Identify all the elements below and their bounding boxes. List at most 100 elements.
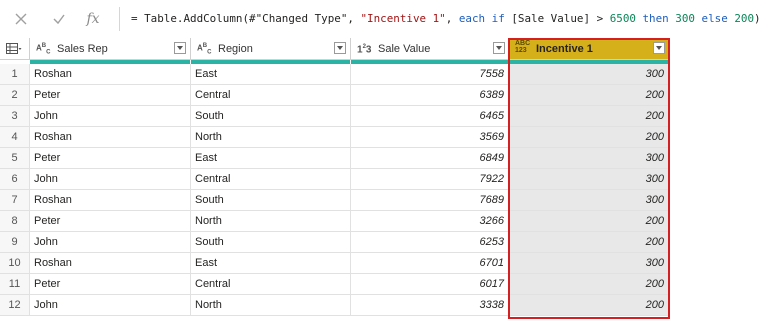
row-number[interactable]: 5 xyxy=(0,148,30,169)
formula-token: , xyxy=(445,12,459,25)
table-row: 9 John South 6253 200 xyxy=(0,232,768,253)
close-icon[interactable] xyxy=(8,6,34,32)
cell-incentive-1[interactable]: 200 xyxy=(509,211,669,232)
cell-incentive-1[interactable]: 200 xyxy=(509,295,669,316)
cell-incentive-1[interactable]: 200 xyxy=(509,274,669,295)
row-number[interactable]: 9 xyxy=(0,232,30,253)
cell-sales-rep[interactable]: John xyxy=(30,106,191,127)
row-number[interactable]: 3 xyxy=(0,106,30,127)
cell-incentive-1[interactable]: 200 xyxy=(509,106,669,127)
table-row: 10 Roshan East 6701 300 xyxy=(0,253,768,274)
cell-incentive-1[interactable]: 300 xyxy=(509,253,669,274)
cell-sale-value[interactable]: 6465 xyxy=(351,106,509,127)
column-header-sales-rep[interactable]: ABC Sales Rep xyxy=(30,38,190,60)
cell-sales-rep[interactable]: John xyxy=(30,169,191,190)
cell-sale-value[interactable]: 3266 xyxy=(351,211,509,232)
table-row: 12 John North 3338 200 xyxy=(0,295,768,316)
any-type-icon[interactable]: ABC 123 xyxy=(515,40,530,54)
cell-region[interactable]: Central xyxy=(191,274,351,295)
row-number[interactable]: 6 xyxy=(0,169,30,190)
cell-sale-value[interactable]: 6253 xyxy=(351,232,509,253)
row-number[interactable]: 8 xyxy=(0,211,30,232)
column-header-incentive-1[interactable]: ABC 123 Incentive 1 xyxy=(509,38,669,60)
cell-sale-value[interactable]: 6701 xyxy=(351,253,509,274)
cell-sales-rep[interactable]: John xyxy=(30,295,191,316)
filter-dropdown-icon[interactable] xyxy=(493,42,505,54)
cell-region[interactable]: South xyxy=(191,106,351,127)
cell-incentive-1[interactable]: 300 xyxy=(509,190,669,211)
cell-incentive-1[interactable]: 300 xyxy=(509,148,669,169)
table-row: 2 Peter Central 6389 200 xyxy=(0,85,768,106)
formula-token: "Incentive 1" xyxy=(360,12,446,25)
formula-input[interactable]: = Table.AddColumn(#"Changed Type", "Ince… xyxy=(131,12,761,25)
table-row: 11 Peter Central 6017 200 xyxy=(0,274,768,295)
cell-region[interactable]: Central xyxy=(191,169,351,190)
column-header-label: Sales Rep xyxy=(57,43,108,55)
cell-sales-rep[interactable]: Peter xyxy=(30,85,191,106)
table-row: 8 Peter North 3266 200 xyxy=(0,211,768,232)
table-row: 5 Peter East 6849 300 xyxy=(0,148,768,169)
table-icon xyxy=(6,43,22,54)
table-menu-button[interactable] xyxy=(0,38,29,60)
fx-icon[interactable]: fx xyxy=(80,6,106,32)
cell-sale-value[interactable]: 6849 xyxy=(351,148,509,169)
filter-dropdown-icon[interactable] xyxy=(334,42,346,54)
cell-sales-rep[interactable]: Roshan xyxy=(30,253,191,274)
row-number[interactable]: 1 xyxy=(0,64,30,85)
cell-incentive-1[interactable]: 300 xyxy=(509,169,669,190)
table-row: 6 John Central 7922 300 xyxy=(0,169,768,190)
row-number[interactable]: 10 xyxy=(0,253,30,274)
number-type-icon[interactable]: 123 xyxy=(357,43,371,55)
cell-sale-value[interactable]: 7922 xyxy=(351,169,509,190)
cell-sales-rep[interactable]: Roshan xyxy=(30,64,191,85)
text-type-icon[interactable]: ABC xyxy=(197,42,211,56)
cell-sale-value[interactable]: 6389 xyxy=(351,85,509,106)
cell-sales-rep[interactable]: Roshan xyxy=(30,127,191,148)
text-type-icon[interactable]: ABC xyxy=(36,42,50,56)
row-number[interactable]: 2 xyxy=(0,85,30,106)
table-row: 3 John South 6465 200 xyxy=(0,106,768,127)
formula-token: else xyxy=(701,12,728,25)
row-number[interactable]: 12 xyxy=(0,295,30,316)
cell-sales-rep[interactable]: Peter xyxy=(30,148,191,169)
column-header-sale-value[interactable]: 123 Sale Value xyxy=(351,38,509,60)
formula-token: ) xyxy=(754,12,761,25)
formula-token: 200 xyxy=(734,12,754,25)
row-number[interactable]: 7 xyxy=(0,190,30,211)
formula-token: then xyxy=(642,12,669,25)
cell-region[interactable]: East xyxy=(191,148,351,169)
cell-region[interactable]: North xyxy=(191,211,351,232)
cell-sales-rep[interactable]: Peter xyxy=(30,211,191,232)
cell-sale-value[interactable]: 3569 xyxy=(351,127,509,148)
formula-token: [Sale Value] > xyxy=(504,12,610,25)
cell-region[interactable]: South xyxy=(191,190,351,211)
filter-dropdown-icon[interactable] xyxy=(653,42,665,54)
cell-sales-rep[interactable]: Peter xyxy=(30,274,191,295)
cell-incentive-1[interactable]: 300 xyxy=(509,64,669,85)
filter-dropdown-icon[interactable] xyxy=(174,42,186,54)
cell-sale-value[interactable]: 3338 xyxy=(351,295,509,316)
cell-incentive-1[interactable]: 200 xyxy=(509,232,669,253)
formula-token: 6500 xyxy=(609,12,636,25)
table-row: 1 Roshan East 7558 300 xyxy=(0,64,768,85)
cell-region[interactable]: South xyxy=(191,232,351,253)
cell-region[interactable]: North xyxy=(191,295,351,316)
cell-sale-value[interactable]: 7558 xyxy=(351,64,509,85)
formula-bar: fx = Table.AddColumn(#"Changed Type", "I… xyxy=(0,0,768,38)
cell-incentive-1[interactable]: 200 xyxy=(509,127,669,148)
cell-incentive-1[interactable]: 200 xyxy=(509,85,669,106)
cell-sale-value[interactable]: 7689 xyxy=(351,190,509,211)
cell-region[interactable]: North xyxy=(191,127,351,148)
cell-region[interactable]: East xyxy=(191,64,351,85)
column-header-label: Sale Value xyxy=(378,43,431,55)
row-number[interactable]: 11 xyxy=(0,274,30,295)
cell-sales-rep[interactable]: Roshan xyxy=(30,190,191,211)
column-header-region[interactable]: ABC Region xyxy=(191,38,350,60)
check-icon[interactable] xyxy=(46,6,72,32)
column-header-label: Region xyxy=(218,43,253,55)
cell-region[interactable]: Central xyxy=(191,85,351,106)
cell-sales-rep[interactable]: John xyxy=(30,232,191,253)
cell-sale-value[interactable]: 6017 xyxy=(351,274,509,295)
cell-region[interactable]: East xyxy=(191,253,351,274)
row-number[interactable]: 4 xyxy=(0,127,30,148)
